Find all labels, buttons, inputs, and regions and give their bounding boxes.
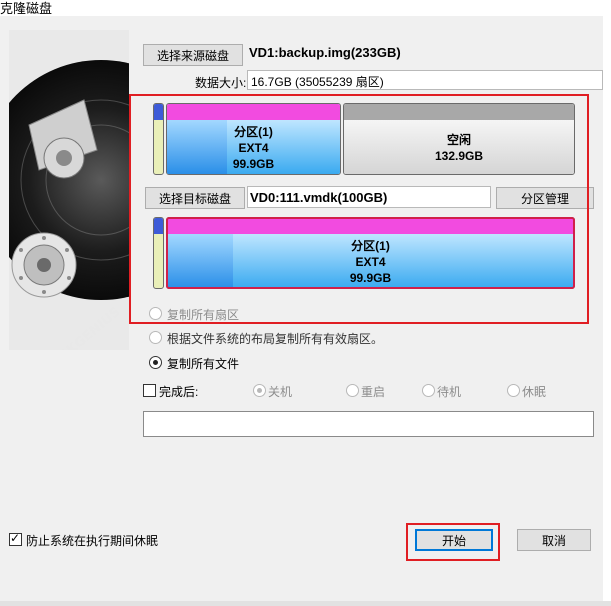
select-source-disk-button[interactable]: 选择来源磁盘 — [143, 44, 243, 66]
shutdown-label: 关机 — [268, 385, 293, 399]
copy-valid-sectors-radio[interactable] — [149, 331, 162, 344]
radio-selected-dot — [153, 360, 158, 365]
hard-disk-icon: DISKGENIUS — [9, 30, 129, 350]
progress-field — [143, 411, 594, 437]
restart-label: 重启 — [361, 385, 386, 399]
standby-label: 待机 — [437, 385, 462, 399]
diskgenius-logo: DISKGENIUS — [9, 30, 129, 350]
window-titlebar: 克隆磁盘 — [0, 0, 611, 16]
copy-all-sectors-label: 复制所有扇区 — [167, 308, 240, 322]
dialog-edge — [603, 16, 611, 606]
cancel-button[interactable]: 取消 — [517, 529, 591, 551]
data-size-value: 16.7GB (35055239 扇区) — [251, 75, 384, 89]
hibernate-label: 休眠 — [522, 385, 547, 399]
source-disk-field: VD1:backup.img(233GB) — [247, 42, 603, 64]
start-button-highlight — [406, 523, 500, 561]
hibernate-radio[interactable] — [507, 384, 520, 397]
data-size-field: 16.7GB (35055239 扇区) — [247, 70, 603, 90]
radio-selected-dot — [257, 388, 262, 393]
disk-map-highlight — [129, 94, 589, 324]
data-size-label: 数据大小: — [195, 76, 247, 90]
after-done-checkbox[interactable] — [143, 384, 156, 397]
standby-radio[interactable] — [422, 384, 435, 397]
restart-radio[interactable] — [346, 384, 359, 397]
copy-all-files-label: 复制所有文件 — [167, 357, 240, 371]
copy-all-sectors-radio[interactable] — [149, 307, 162, 320]
prevent-sleep-checkbox[interactable]: ✓ — [9, 531, 22, 546]
dialog-edge-bottom — [0, 601, 611, 606]
checkmark-icon: ✓ — [10, 531, 21, 545]
copy-valid-sectors-label: 根据文件系统的布局复制所有有效扇区。 — [167, 332, 384, 346]
copy-all-files-radio[interactable] — [149, 356, 162, 369]
shutdown-radio[interactable] — [253, 384, 266, 397]
source-disk-name: VD1:backup.img(233GB) — [249, 45, 401, 60]
prevent-sleep-label: 防止系统在执行期间休眠 — [26, 534, 159, 548]
after-done-label: 完成后: — [159, 385, 199, 399]
window-title: 克隆磁盘 — [0, 1, 53, 16]
